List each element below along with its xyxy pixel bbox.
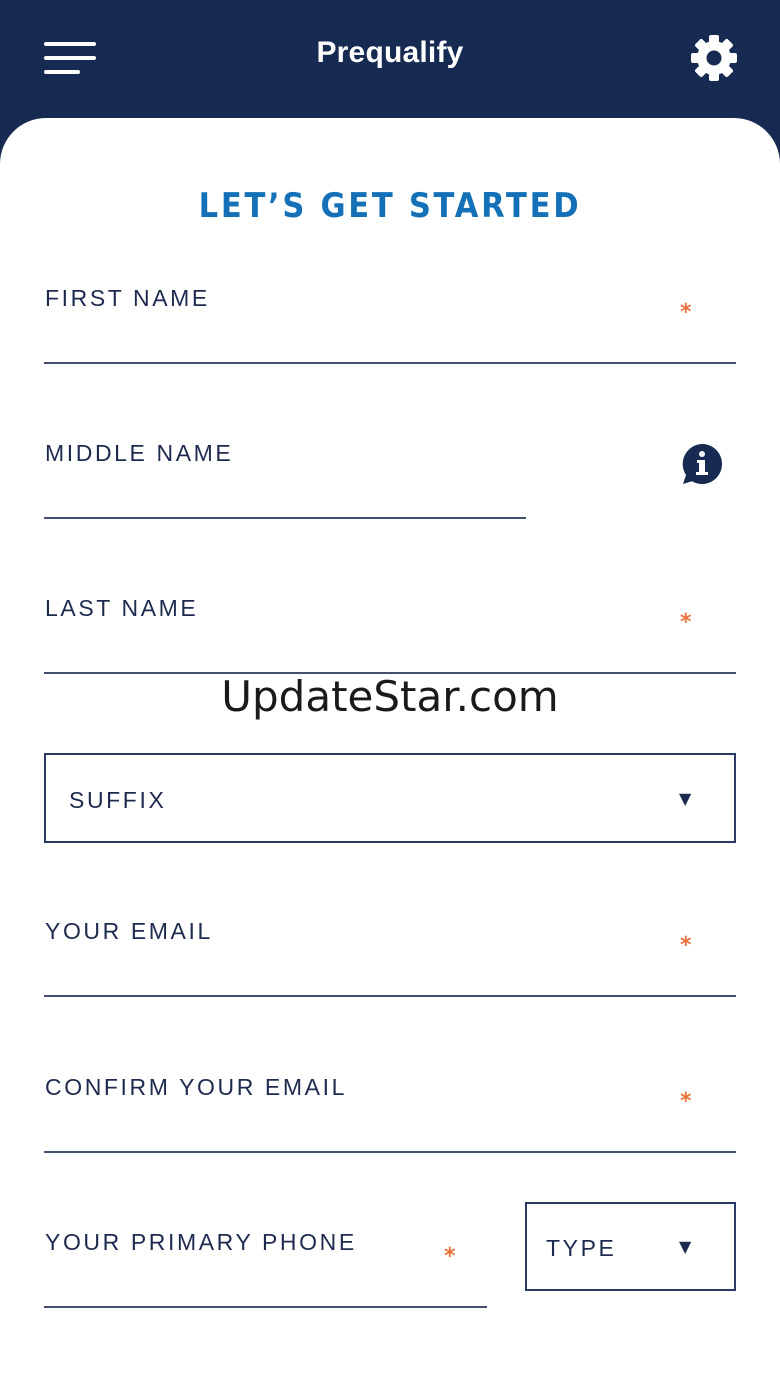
info-icon[interactable] [680,442,724,486]
gear-icon[interactable] [690,34,738,82]
primary-phone-label: YOUR PRIMARY PHONE [45,1229,357,1255]
form-heading: LET’S GET STARTED [198,186,582,226]
chevron-down-icon: ▼ [679,789,692,808]
middle-name-label: MIDDLE NAME [45,440,234,466]
first-name-required-marker: * [680,300,692,325]
page-title: Prequalify [316,36,464,69]
primary-phone-input[interactable] [44,1306,487,1308]
middle-name-input[interactable] [44,517,526,519]
watermark-text: UpdateStar.com [221,672,559,721]
chevron-down-icon: ▼ [679,1237,692,1256]
primary-phone-required-marker: * [444,1244,456,1269]
email-required-marker: * [680,933,692,958]
last-name-required-marker: * [680,610,692,635]
suffix-select[interactable]: SUFFIX ▼ [44,753,736,843]
first-name-label: FIRST NAME [45,285,210,311]
phone-type-select[interactable]: TYPE ▼ [525,1202,736,1291]
suffix-select-label: SUFFIX [69,787,167,813]
email-label: YOUR EMAIL [45,918,213,944]
last-name-label: LAST NAME [45,595,199,621]
first-name-input[interactable] [44,362,736,364]
email-field[interactable] [44,995,736,997]
phone-type-select-label: TYPE [546,1235,617,1261]
confirm-email-label: CONFIRM YOUR EMAIL [45,1074,347,1100]
confirm-email-required-marker: * [680,1089,692,1114]
app-header: Prequalify [0,0,780,130]
confirm-email-field[interactable] [44,1151,736,1153]
